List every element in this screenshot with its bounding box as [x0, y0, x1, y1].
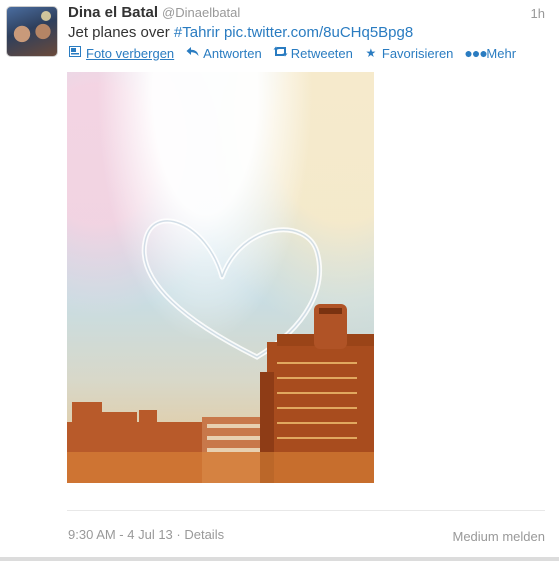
- photo-icon: [68, 46, 82, 60]
- retweet-icon: [273, 46, 288, 60]
- tweet-text: Jet planes over #Tahrir pic.twitter.com/…: [68, 24, 413, 41]
- fullname[interactable]: Dina el Batal: [68, 4, 158, 21]
- star-icon: ★: [365, 46, 377, 60]
- retweet-label: Retweeten: [290, 45, 353, 61]
- more-button[interactable]: ●●● Mehr: [464, 45, 516, 61]
- hashtag-link[interactable]: #Tahrir: [174, 24, 220, 41]
- ellipsis-icon: ●●●: [464, 45, 487, 61]
- details-link[interactable]: Details: [184, 527, 224, 542]
- reply-label: Antworten: [203, 45, 262, 61]
- report-media-link[interactable]: Medium melden: [453, 529, 546, 544]
- more-label: Mehr: [486, 45, 517, 61]
- hide-photo-button[interactable]: Foto verbergen: [68, 45, 174, 61]
- tweet-time[interactable]: 1h: [531, 6, 545, 21]
- tweet-text-body: Jet planes over: [68, 24, 174, 41]
- reply-button[interactable]: Antworten: [185, 45, 262, 61]
- tweet-photo[interactable]: [67, 72, 374, 483]
- retweet-button[interactable]: Retweeten: [273, 45, 353, 61]
- tweet-actions: Foto verbergen Antworten Retweeten ★ Fav…: [68, 45, 527, 61]
- media-link[interactable]: pic.twitter.com/8uCHq5Bpg8: [224, 24, 413, 41]
- photo-scene: [67, 218, 374, 483]
- timestamp-text[interactable]: 9:30 AM - 4 Jul 13: [68, 527, 173, 542]
- favorite-label: Favorisieren: [381, 45, 454, 61]
- divider: [67, 510, 545, 511]
- tweet-timestamp: 9:30 AM - 4 Jul 13 · Details: [68, 527, 225, 542]
- tweet: Dina el Batal @Dinaelbatal 1h Jet planes …: [0, 0, 559, 561]
- tweet-header: Dina el Batal @Dinaelbatal: [68, 4, 240, 21]
- avatar[interactable]: [6, 6, 58, 57]
- favorite-button[interactable]: ★ Favorisieren: [364, 45, 454, 61]
- username[interactable]: @Dinaelbatal: [162, 5, 240, 20]
- reply-arrow-icon: [185, 46, 199, 60]
- bottom-border: [0, 557, 559, 561]
- hide-photo-label: Foto verbergen: [86, 45, 175, 61]
